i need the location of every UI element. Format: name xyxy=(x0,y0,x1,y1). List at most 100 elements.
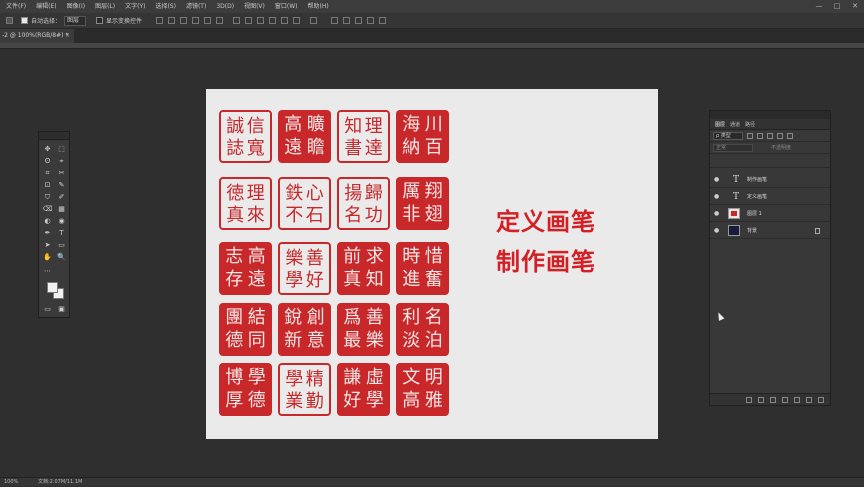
seal-character: 虛 xyxy=(365,367,384,388)
tab-layers[interactable]: 图层 xyxy=(715,121,725,128)
hand-tool-icon[interactable]: ✋ xyxy=(42,252,53,262)
seal-characters: 學精業勤 xyxy=(284,369,325,412)
distribute-left-icon[interactable] xyxy=(269,17,277,24)
screen-mode-icon[interactable]: ▣ xyxy=(56,304,67,314)
link-layers-icon[interactable] xyxy=(746,396,752,403)
marquee-tool-icon[interactable]: ⬚ xyxy=(56,144,67,154)
distribute-right-icon[interactable] xyxy=(293,17,301,24)
tab-paths[interactable]: 路径 xyxy=(745,121,755,128)
align-vcenter-icon[interactable] xyxy=(168,17,176,24)
minimize-button[interactable]: — xyxy=(810,0,828,13)
lock-icon[interactable] xyxy=(815,228,820,234)
3d-slide-icon[interactable] xyxy=(367,17,375,24)
3d-orbit-icon[interactable] xyxy=(331,17,339,24)
menu-item[interactable]: 视图(V) xyxy=(244,0,265,13)
move-tool-icon[interactable]: ✥ xyxy=(42,144,53,154)
align-bottom-icon[interactable] xyxy=(180,17,188,24)
layer-mask-icon[interactable] xyxy=(770,396,776,403)
auto-align-icon[interactable] xyxy=(310,17,318,24)
menu-item[interactable]: 图像(I) xyxy=(67,0,85,13)
tab-channels[interactable]: 通道 xyxy=(730,121,740,128)
3d-pan-icon[interactable] xyxy=(355,17,363,24)
close-button[interactable]: ✕ xyxy=(846,0,864,13)
type-tool-icon[interactable]: T xyxy=(56,228,67,238)
menu-item[interactable]: 文字(Y) xyxy=(125,0,145,13)
brush-tool-icon[interactable]: ✎ xyxy=(56,180,67,190)
filter-adjust-icon[interactable] xyxy=(757,132,763,139)
tools-panel-header[interactable] xyxy=(39,132,69,140)
eye-icon[interactable]: ● xyxy=(714,227,721,234)
rectangle-tool-icon[interactable]: ▭ xyxy=(56,240,67,250)
gradient-tool-icon[interactable]: ▦ xyxy=(56,204,67,214)
eye-icon[interactable]: ● xyxy=(714,193,721,200)
new-layer-icon[interactable] xyxy=(806,396,812,403)
more-tools-icon[interactable]: ⋯ xyxy=(42,266,53,276)
quick-mask-icon[interactable]: ▭ xyxy=(42,304,53,314)
seal-character: 翔 xyxy=(424,181,443,202)
crop-tool-icon[interactable]: ⌗ xyxy=(42,168,53,178)
frame-tool-icon[interactable]: ⊡ xyxy=(42,180,53,190)
history-brush-tool-icon[interactable]: ✐ xyxy=(56,192,67,202)
show-transform-checkbox[interactable] xyxy=(96,17,104,24)
layer-filter-dropdown[interactable]: ρ 类型 xyxy=(713,131,743,140)
distribute-hcenter-icon[interactable] xyxy=(281,17,289,24)
menu-item[interactable]: 滤镜(T) xyxy=(186,0,206,13)
layer-style-icon[interactable] xyxy=(758,396,764,403)
seal-character: 時 xyxy=(402,246,421,267)
dodge-tool-icon[interactable]: ◉ xyxy=(56,216,67,226)
filter-smart-icon[interactable] xyxy=(787,132,793,139)
blur-tool-icon[interactable]: ◐ xyxy=(42,216,53,226)
document-tab[interactable]: -2 @ 100%(RGB/8#) * × xyxy=(0,29,74,43)
seal-character: 勤 xyxy=(305,391,324,412)
3d-scale-icon[interactable] xyxy=(379,17,387,24)
eraser-tool-icon[interactable]: ⌫ xyxy=(42,204,53,214)
pen-tool-icon[interactable]: ✒ xyxy=(42,228,53,238)
menu-item[interactable]: 帮助(H) xyxy=(308,0,329,13)
lasso-tool-icon[interactable]: ʘ xyxy=(42,156,53,166)
eyedropper-tool-icon[interactable]: ✂ xyxy=(56,168,67,178)
distribute-vcenter-icon[interactable] xyxy=(245,17,253,24)
distribute-bottom-icon[interactable] xyxy=(257,17,265,24)
seal-characters: 謙虛好學 xyxy=(341,367,386,412)
3d-roll-icon[interactable] xyxy=(343,17,351,24)
stamp-tool-icon[interactable]: ⛉ xyxy=(42,192,53,202)
document-tab-title: -2 @ 100%(RGB/8#) * xyxy=(2,32,69,39)
align-hcenter-icon[interactable] xyxy=(204,17,212,24)
seal-character: 書 xyxy=(344,138,363,159)
opacity-label: 不透明度 xyxy=(771,145,792,151)
layer-row-background[interactable]: ● 背景 xyxy=(710,223,830,239)
align-left-icon[interactable] xyxy=(192,17,200,24)
layers-panel-header[interactable] xyxy=(710,111,830,119)
new-group-icon[interactable] xyxy=(794,396,800,403)
filter-pixel-icon[interactable] xyxy=(747,132,753,139)
layer-row-text-1[interactable]: ● T 制作画笔 xyxy=(710,172,830,188)
distribute-top-icon[interactable] xyxy=(233,17,241,24)
menu-item[interactable]: 编辑(E) xyxy=(36,0,56,13)
menu-item[interactable]: 3D(D) xyxy=(216,0,234,13)
filter-text-icon[interactable] xyxy=(767,132,773,139)
layer-row-image[interactable]: ● 图层 1 xyxy=(710,206,830,222)
delete-layer-icon[interactable] xyxy=(818,396,824,403)
maximize-button[interactable]: □ xyxy=(828,0,846,13)
filter-shape-icon[interactable] xyxy=(777,132,783,139)
blend-mode-dropdown[interactable]: 正常 xyxy=(713,143,753,152)
menu-item[interactable]: 文件(F) xyxy=(6,0,26,13)
menu-item[interactable]: 选择(S) xyxy=(155,0,176,13)
align-right-icon[interactable] xyxy=(216,17,224,24)
menu-item[interactable]: 图层(L) xyxy=(95,0,115,13)
auto-select-dropdown[interactable]: 图层 xyxy=(64,15,87,26)
path-select-tool-icon[interactable]: ➤ xyxy=(42,240,53,250)
foreground-color-swatch[interactable] xyxy=(47,282,58,293)
eye-icon[interactable]: ● xyxy=(714,210,721,217)
tab-close-icon[interactable]: × xyxy=(65,29,70,43)
zoom-tool-icon[interactable]: 🔍 xyxy=(56,252,67,262)
adjustment-layer-icon[interactable] xyxy=(782,396,788,403)
auto-select-checkbox[interactable] xyxy=(21,17,28,24)
menu-item[interactable]: 窗口(W) xyxy=(275,0,298,13)
layer-row-text-2[interactable]: ● T 定义画笔 xyxy=(710,189,830,205)
quick-select-tool-icon[interactable]: ⌖ xyxy=(56,156,67,166)
eye-icon[interactable]: ● xyxy=(714,176,721,183)
move-tool-icon[interactable] xyxy=(6,17,13,24)
document-canvas[interactable]: 誠信誌寬高曠遠瞻知理書達海川納百徳理真來鉄心不石揚歸名功厲翔非翅志高存遠樂善學好… xyxy=(206,89,658,439)
align-top-icon[interactable] xyxy=(156,17,164,24)
